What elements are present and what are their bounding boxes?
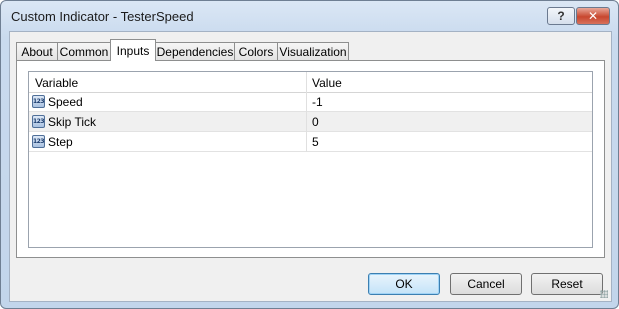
variable-name: Step — [48, 135, 73, 149]
tab-visualization[interactable]: Visualization — [277, 42, 349, 60]
variable-value[interactable]: 0 — [312, 115, 319, 129]
table-header: Variable Value — [29, 72, 592, 93]
inputs-table: Variable Value 123 Speed -1 123 Skip Tic… — [28, 71, 593, 248]
table-row[interactable]: 123 Skip Tick 0 — [29, 112, 592, 132]
variable-name: Skip Tick — [48, 115, 97, 129]
resize-grip[interactable] — [600, 290, 608, 298]
table-row[interactable]: 123 Step 5 — [29, 132, 592, 152]
close-button[interactable]: ✕ — [576, 7, 610, 25]
column-divider — [306, 132, 307, 152]
ok-button[interactable]: OK — [368, 273, 440, 295]
number-input-icon: 123 — [32, 95, 45, 108]
help-button[interactable]: ? — [547, 7, 575, 25]
inputs-panel: Variable Value 123 Speed -1 123 Skip Tic… — [16, 60, 605, 258]
column-divider — [306, 92, 307, 112]
dialog-body: About Common Inputs Dependencies Colors … — [9, 31, 612, 302]
tab-about[interactable]: About — [16, 42, 58, 60]
close-icon: ✕ — [587, 9, 599, 23]
variable-value[interactable]: -1 — [312, 95, 323, 109]
variable-name: Speed — [48, 95, 83, 109]
help-icon: ? — [557, 9, 565, 23]
number-input-icon: 123 — [32, 115, 45, 128]
column-divider — [306, 112, 307, 132]
window-title: Custom Indicator - TesterSpeed — [11, 9, 194, 24]
cancel-button[interactable]: Cancel — [450, 273, 522, 295]
column-header-value[interactable]: Value — [312, 76, 342, 90]
column-divider[interactable] — [306, 72, 307, 92]
tab-colors[interactable]: Colors — [234, 42, 278, 60]
table-row[interactable]: 123 Speed -1 — [29, 92, 592, 112]
title-bar[interactable]: Custom Indicator - TesterSpeed ? ✕ — [1, 1, 618, 31]
reset-button[interactable]: Reset — [531, 273, 603, 295]
number-input-icon: 123 — [32, 135, 45, 148]
variable-value[interactable]: 5 — [312, 135, 319, 149]
tab-dependencies[interactable]: Dependencies — [155, 42, 235, 60]
dialog-window: Custom Indicator - TesterSpeed ? ✕ About… — [0, 0, 619, 309]
tab-common[interactable]: Common — [57, 42, 111, 60]
column-header-variable[interactable]: Variable — [35, 76, 78, 90]
tab-inputs[interactable]: Inputs — [110, 39, 156, 61]
